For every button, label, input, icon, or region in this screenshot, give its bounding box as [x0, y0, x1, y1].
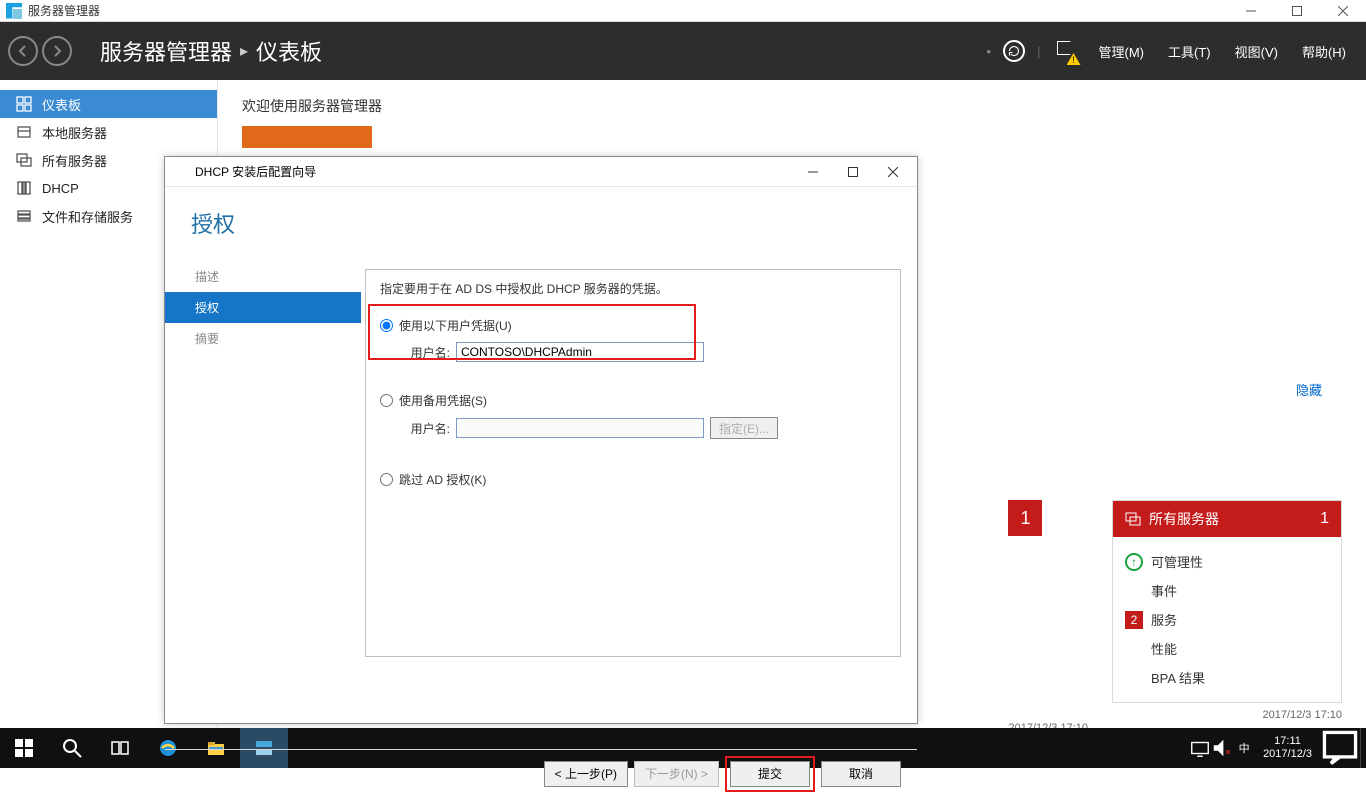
- step-authorization[interactable]: 授权: [165, 292, 361, 323]
- up-arrow-icon: ↑: [1125, 553, 1143, 571]
- breadcrumb: 服务器管理器 ▸ 仪表板: [100, 35, 322, 67]
- option-use-current-creds[interactable]: 使用以下用户凭据(U): [380, 317, 886, 334]
- nav-local-label: 本地服务器: [42, 123, 107, 142]
- system-tray: ✕ 中 17:11 2017/12/3: [1189, 728, 1366, 768]
- tile-row-events[interactable]: 事件: [1125, 576, 1329, 605]
- tile-row-services[interactable]: 2服务: [1125, 605, 1329, 634]
- option-use-alt-creds[interactable]: 使用备用凭据(S): [380, 392, 886, 409]
- nav-back-button[interactable]: [8, 36, 38, 66]
- dialog-titlebar: DHCP 安装后配置向导: [165, 157, 917, 187]
- app-header: 服务器管理器 ▸ 仪表板 • | ! 管理(M) 工具(T) 视图(V) 帮助(…: [0, 22, 1366, 80]
- task-view-button[interactable]: [96, 728, 144, 768]
- show-desktop-button[interactable]: [1360, 728, 1366, 768]
- nav-dashboard-label: 仪表板: [42, 95, 81, 114]
- option-skip-auth[interactable]: 跳过 AD 授权(K): [380, 471, 886, 488]
- quick-start-strip: [242, 126, 372, 148]
- dhcp-wizard-dialog: DHCP 安装后配置向导 授权 描述 授权 摘要 指定要用于在 AD DS 中授…: [164, 156, 918, 724]
- tile-row-bpa[interactable]: BPA 结果: [1125, 663, 1329, 692]
- tray-notifications[interactable]: [1320, 728, 1360, 768]
- wizard-content-pane: 指定要用于在 AD DS 中授权此 DHCP 服务器的凭据。 使用以下用户凭据(…: [365, 269, 901, 657]
- start-button[interactable]: [0, 728, 48, 768]
- step-description[interactable]: 描述: [165, 261, 361, 292]
- window-title: 服务器管理器: [28, 2, 100, 19]
- refresh-button[interactable]: [1003, 40, 1025, 62]
- tile-timestamp-2: 2017/12/3 17:10: [1112, 709, 1342, 721]
- dhcp-icon: [16, 180, 32, 196]
- menu-tools[interactable]: 工具(T): [1162, 42, 1217, 61]
- dialog-close-button[interactable]: [873, 158, 913, 186]
- maximize-button[interactable]: [1274, 0, 1320, 22]
- tile-all-servers[interactable]: 所有服务器 1 ↑可管理性 事件 2服务 性能 BPA 结果: [1112, 500, 1342, 703]
- dialog-maximize-button[interactable]: [833, 158, 873, 186]
- step-summary[interactable]: 摘要: [165, 323, 361, 354]
- tray-volume-icon[interactable]: ✕: [1211, 728, 1233, 768]
- server-icon: [16, 124, 32, 140]
- username-input[interactable]: [456, 342, 704, 362]
- wizard-footer: < 上一步(P) 下一步(N) > 提交 取消: [165, 749, 917, 797]
- alt-username-input: [456, 418, 704, 438]
- tray-network-icon[interactable]: [1189, 728, 1211, 768]
- wizard-steps: 描述 授权 摘要: [165, 261, 361, 749]
- username-label: 用户名:: [404, 344, 450, 361]
- dialog-heading: 授权: [165, 187, 917, 261]
- tray-clock[interactable]: 17:11 2017/12/3: [1255, 735, 1320, 761]
- servers-icon: [16, 152, 32, 168]
- app-icon: [6, 3, 22, 19]
- welcome-heading: 欢迎使用服务器管理器: [242, 96, 1342, 116]
- tile-row-performance[interactable]: 性能: [1125, 634, 1329, 663]
- previous-button[interactable]: < 上一步(P): [544, 761, 628, 787]
- notifications-button[interactable]: !: [1053, 37, 1081, 65]
- menu-manage[interactable]: 管理(M): [1093, 42, 1151, 61]
- error-badge: 2: [1125, 611, 1143, 629]
- nav-local-server[interactable]: 本地服务器: [0, 118, 217, 146]
- highlight-box-commit: 提交: [725, 756, 815, 792]
- radio-use-alternate[interactable]: [380, 394, 393, 407]
- flag-warning-icon: !: [1057, 41, 1077, 61]
- tile-title: 所有服务器: [1149, 509, 1219, 529]
- breadcrumb-root: 服务器管理器: [100, 35, 232, 67]
- menu-view[interactable]: 视图(V): [1229, 42, 1284, 61]
- radio-skip-ad[interactable]: [380, 473, 393, 486]
- app-icon: [175, 165, 189, 179]
- tray-date: 2017/12/3: [1263, 748, 1312, 761]
- tile-count: 1: [1320, 510, 1329, 528]
- instruction-text: 指定要用于在 AD DS 中授权此 DHCP 服务器的凭据。: [380, 280, 886, 297]
- minimize-button[interactable]: [1228, 0, 1274, 22]
- nav-dashboard[interactable]: 仪表板: [0, 90, 217, 118]
- next-button: 下一步(N) >: [634, 761, 719, 787]
- nav-storage-label: 文件和存储服务: [42, 207, 133, 226]
- chevron-right-icon: ▸: [240, 41, 248, 61]
- dashboard-icon: [16, 96, 32, 112]
- servers-icon: [1125, 511, 1141, 527]
- alt-username-label: 用户名:: [404, 420, 450, 437]
- hide-link[interactable]: 隐藏: [1296, 380, 1322, 399]
- breadcrumb-page: 仪表板: [256, 35, 322, 67]
- dialog-minimize-button[interactable]: [793, 158, 833, 186]
- tray-ime[interactable]: 中: [1233, 728, 1255, 768]
- commit-button[interactable]: 提交: [730, 761, 810, 787]
- nav-forward-button[interactable]: [42, 36, 72, 66]
- dialog-title: DHCP 安装后配置向导: [195, 163, 316, 180]
- cancel-button[interactable]: 取消: [821, 761, 901, 787]
- specify-button: 指定(E)...: [710, 417, 778, 439]
- nav-dhcp-label: DHCP: [42, 181, 79, 196]
- tray-time: 17:11: [1263, 735, 1312, 748]
- storage-icon: [16, 208, 32, 224]
- tile-row-manageability[interactable]: ↑可管理性: [1125, 547, 1329, 576]
- nav-all-label: 所有服务器: [42, 151, 107, 170]
- radio-use-current[interactable]: [380, 319, 393, 332]
- window-titlebar: 服务器管理器: [0, 0, 1366, 22]
- close-button[interactable]: [1320, 0, 1366, 22]
- menu-help[interactable]: 帮助(H): [1296, 42, 1352, 61]
- search-button[interactable]: [48, 728, 96, 768]
- tile-partial-count: 1: [1008, 500, 1042, 536]
